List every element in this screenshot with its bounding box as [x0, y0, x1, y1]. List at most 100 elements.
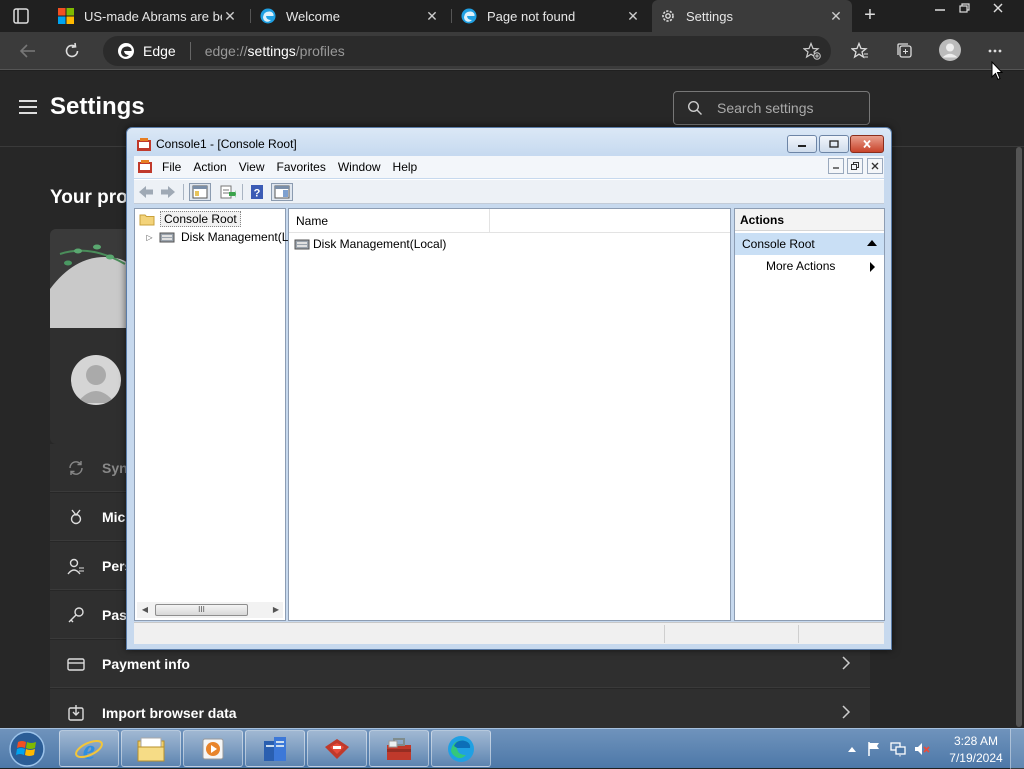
child-restore-button[interactable]: [847, 158, 863, 174]
taskbar-edge[interactable]: [431, 730, 491, 767]
scroll-left-icon[interactable]: ◀: [139, 604, 151, 616]
page-scrollbar[interactable]: [1016, 147, 1022, 727]
collapse-arrow-icon[interactable]: [867, 240, 877, 246]
show-desktop-button[interactable]: [1010, 729, 1024, 769]
mmc-console-icon[interactable]: [137, 159, 153, 175]
settings-and-more-button[interactable]: [984, 40, 1006, 62]
taskbar-server-manager[interactable]: [245, 730, 305, 767]
tree-node-disk-management[interactable]: ▷ Disk Management(L: [145, 228, 288, 246]
gear-icon: [662, 10, 674, 22]
menu-view[interactable]: View: [239, 160, 265, 174]
window-close-button[interactable]: [986, 0, 1010, 16]
network-icon[interactable]: [890, 741, 906, 757]
avatar[interactable]: [71, 355, 121, 405]
taskbar-internet-explorer[interactable]: e: [59, 730, 119, 767]
svg-text:?: ?: [254, 188, 261, 200]
tab-actions-icon[interactable]: [12, 7, 30, 25]
chevron-up-icon: [848, 747, 856, 752]
tab-page-not-found[interactable]: Page not found ✕: [453, 0, 649, 32]
mmc-close-button[interactable]: [850, 135, 884, 153]
taskbar-toolbox-app[interactable]: [369, 730, 429, 767]
taskbar: e 3:28 AM 7/19/2024: [0, 728, 1024, 769]
show-hidden-icons-button[interactable]: [844, 741, 860, 757]
tab-close-icon[interactable]: ✕: [828, 8, 844, 24]
restore-icon: [851, 162, 859, 170]
tab-title: Page not found: [487, 8, 576, 24]
server-manager-icon: [264, 736, 286, 761]
profile-button[interactable]: [938, 38, 962, 62]
list-item[interactable]: Disk Management(Local): [294, 236, 446, 252]
clock-time[interactable]: 3:28 AM: [946, 734, 1006, 748]
tab-close-icon[interactable]: ✕: [424, 8, 440, 24]
child-minimize-button[interactable]: [828, 158, 844, 174]
refresh-button[interactable]: [61, 40, 83, 62]
network-monitor-icon: [890, 742, 906, 757]
action-center-icon[interactable]: [866, 741, 882, 757]
url-host: settings: [247, 43, 296, 59]
collections-button[interactable]: [894, 40, 916, 62]
console-tree-icon: [192, 185, 208, 199]
scrollbar-thumb[interactable]: III: [155, 604, 248, 616]
mmc-toolbar: ?: [134, 179, 884, 204]
mmc-minimize-button[interactable]: [787, 135, 817, 153]
menu-icon[interactable]: [19, 100, 37, 114]
volume-muted-icon[interactable]: [914, 741, 930, 757]
tab-close-icon[interactable]: ✕: [625, 8, 641, 24]
child-close-button[interactable]: [867, 158, 883, 174]
address-bar[interactable]: Edge edge://settings/profiles: [103, 36, 831, 66]
taskbar-file-explorer[interactable]: [121, 730, 181, 767]
tree-node-label: Console Root: [160, 211, 241, 227]
start-button[interactable]: [4, 730, 50, 768]
show-hide-tree-button[interactable]: [189, 183, 211, 201]
flag-icon: [868, 742, 879, 756]
row-label: Payment info: [102, 655, 190, 672]
url-scheme: edge://: [204, 43, 248, 59]
back-button[interactable]: [137, 183, 155, 201]
mmc-title-bar[interactable]: Console1 - [Console Root]: [127, 128, 891, 158]
profile-avatar-icon: [939, 39, 961, 61]
menu-action[interactable]: Action: [193, 160, 226, 174]
tab-settings[interactable]: Settings ✕: [652, 0, 852, 32]
menu-help[interactable]: Help: [393, 160, 418, 174]
help-button[interactable]: ?: [248, 183, 266, 201]
taskbar-media-player[interactable]: [183, 730, 243, 767]
back-button[interactable]: [17, 40, 39, 62]
more-actions-item[interactable]: More Actions: [766, 259, 835, 273]
edge-logo-icon: [118, 43, 134, 59]
tree-horizontal-scrollbar[interactable]: ◀ III ▶: [137, 602, 283, 618]
tab-close-icon[interactable]: ✕: [222, 8, 238, 24]
tab-welcome[interactable]: Welcome ✕: [252, 0, 448, 32]
tab-abrams[interactable]: US-made Abrams are bet ✕: [50, 0, 246, 32]
minimize-icon: [833, 167, 839, 169]
settings-search-box[interactable]: [673, 91, 870, 125]
tree-node-console-root[interactable]: Console Root: [139, 210, 241, 228]
show-hide-action-pane-button[interactable]: [271, 183, 293, 201]
menu-file[interactable]: File: [162, 160, 181, 174]
new-tab-button[interactable]: +: [860, 5, 880, 26]
person-icon: [77, 365, 115, 403]
import-icon: [66, 703, 86, 723]
speaker-muted-icon: [915, 743, 930, 755]
ie-icon: e: [75, 735, 103, 764]
forward-button[interactable]: [159, 183, 177, 201]
window-minimize-button[interactable]: [928, 0, 952, 16]
actions-section-console-root[interactable]: Console Root: [735, 233, 884, 255]
clock-date[interactable]: 7/19/2024: [940, 751, 1012, 765]
column-header-name[interactable]: Name: [289, 209, 490, 233]
row-label: Syn: [102, 459, 128, 476]
scroll-right-icon[interactable]: ▶: [270, 604, 282, 616]
forward-arrow-icon: [161, 186, 175, 198]
menu-favorites[interactable]: Favorites: [277, 160, 326, 174]
minimize-icon: [935, 9, 945, 11]
tab-divider: [451, 9, 452, 23]
expand-arrow-icon[interactable]: ▷: [145, 233, 154, 242]
taskbar-red-app[interactable]: [307, 730, 367, 767]
search-input[interactable]: [717, 100, 857, 116]
add-favorite-icon[interactable]: [803, 42, 821, 60]
export-list-button[interactable]: [219, 183, 237, 201]
url-path: /profiles: [295, 43, 345, 59]
favorites-button[interactable]: [849, 40, 871, 62]
mmc-maximize-button[interactable]: [819, 135, 849, 153]
menu-window[interactable]: Window: [338, 160, 381, 174]
window-restore-button[interactable]: [953, 0, 977, 16]
